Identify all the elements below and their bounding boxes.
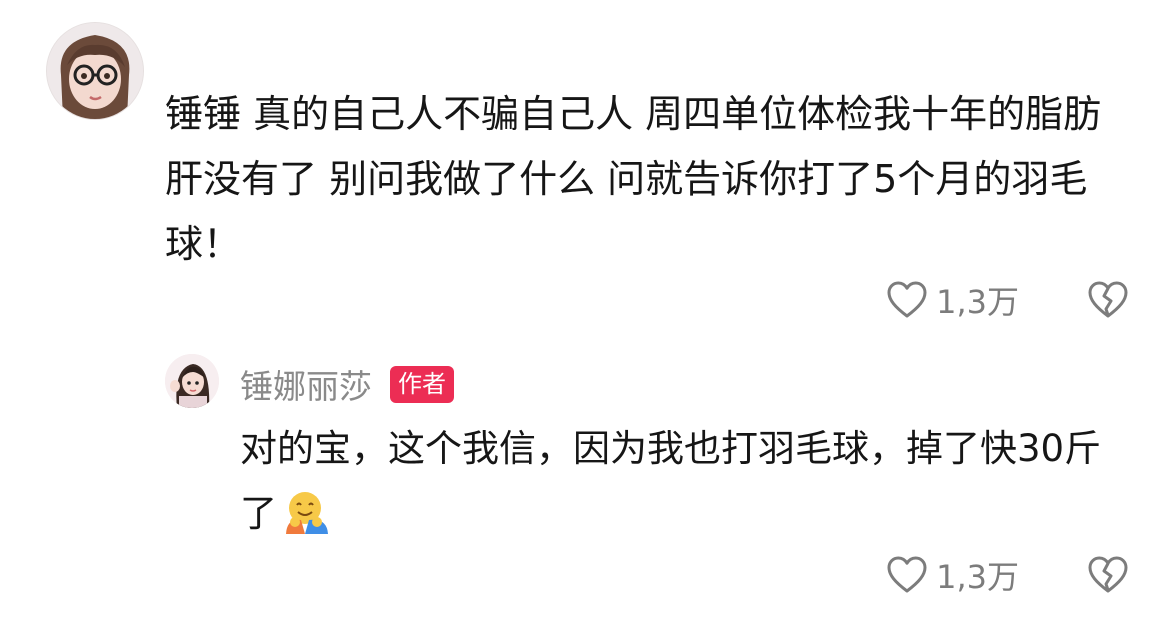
- reply-text-content: 对的宝，这个我信，因为我也打羽毛球，掉了快30斤了: [240, 427, 1102, 535]
- heart-outline-icon: [887, 556, 927, 593]
- broken-heart-icon[interactable]: [1087, 555, 1129, 595]
- reply-like-button[interactable]: 1,3万: [886, 552, 1019, 598]
- hugging-face-emoji-icon: [286, 492, 328, 534]
- author-badge: 作者: [390, 365, 454, 403]
- glasses-girl-avatar-icon: [47, 23, 143, 119]
- like-button[interactable]: 1,3万: [886, 277, 1019, 323]
- reply-author-avatar[interactable]: [165, 354, 219, 408]
- reply-author-row: 锤娜丽莎 作者: [240, 360, 454, 408]
- comment-actions: 1,3万: [886, 278, 1129, 322]
- reply-text: 对的宝，这个我信，因为我也打羽毛球，掉了快30斤了: [240, 416, 1120, 546]
- broken-heart-icon[interactable]: [1087, 280, 1129, 320]
- comment-text: 锤锤 真的自己人不骗自己人 周四单位体检我十年的脂肪肝没有了 别问我做了什么 问…: [165, 92, 1102, 266]
- reply-actions: 1,3万: [886, 553, 1129, 597]
- girl-waving-avatar-icon: [165, 354, 219, 408]
- commenter-avatar[interactable]: [46, 22, 144, 120]
- reply-author-name[interactable]: 锤娜丽莎: [240, 360, 372, 408]
- heart-outline-icon: [887, 281, 927, 318]
- like-count: 1,3万: [936, 283, 1019, 321]
- reply-like-count: 1,3万: [936, 558, 1019, 596]
